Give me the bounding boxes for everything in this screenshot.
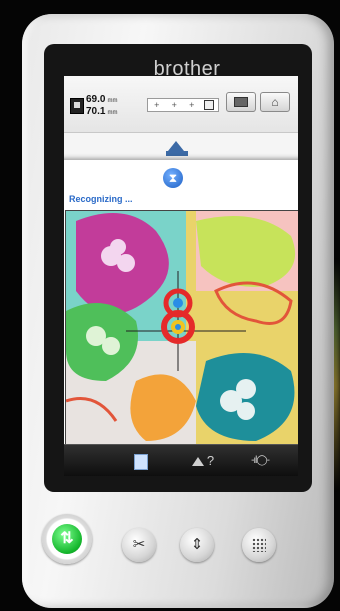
size-width-unit: mm	[107, 98, 118, 104]
presser-foot-button[interactable]: -ıl◯-	[240, 451, 280, 471]
hourglass-icon: ⧗	[163, 168, 183, 188]
embroidery-photo	[66, 211, 298, 451]
speed-button[interactable]	[242, 528, 276, 562]
scissors-icon: ✂	[132, 536, 146, 553]
zoom-slider[interactable]: + + +	[147, 98, 219, 112]
bottom-toolbar: ? -ıl◯-	[64, 444, 298, 476]
size-height-unit: mm	[107, 110, 118, 116]
touch-screen: 69.0 mm 70.1 mm + + + ⌂ ⧗ Recognizing ...	[64, 76, 298, 476]
help-button[interactable]: ?	[184, 451, 222, 471]
image-icon	[234, 97, 248, 107]
needle-icon: ⇕	[190, 536, 204, 553]
start-stop-button[interactable]: ⇅	[42, 514, 92, 564]
hat-base	[166, 151, 188, 156]
thread-cutter-button[interactable]: ✂	[122, 528, 156, 562]
image-button[interactable]	[226, 92, 256, 112]
needle-position-button[interactable]: ⇕	[180, 528, 214, 562]
dots-icon	[252, 538, 266, 552]
zoom-plus-3[interactable]: +	[187, 100, 197, 110]
camera-preview	[65, 210, 298, 452]
frame-end-icon	[204, 100, 215, 110]
zoom-plus-2[interactable]: +	[169, 100, 179, 110]
size-width: 69.0 mm	[86, 94, 117, 105]
size-width-value: 69.0	[86, 94, 106, 105]
size-height-value: 70.1	[86, 106, 106, 117]
home-icon: ⌂	[271, 95, 279, 109]
start-arrow-icon: ⇅	[52, 524, 82, 554]
zoom-plus-1[interactable]: +	[152, 100, 162, 110]
document-icon[interactable]	[134, 451, 150, 471]
size-height: 70.1 mm	[86, 106, 117, 117]
home-hat-icon	[168, 141, 184, 151]
recognizing-dialog: ⧗ Recognizing ...	[64, 159, 298, 461]
embroidery-size-icon	[70, 98, 84, 114]
top-bar: 69.0 mm 70.1 mm + + + ⌂	[64, 76, 298, 133]
home-button[interactable]: ⌂	[260, 92, 290, 112]
status-text: Recognizing ...	[69, 194, 133, 204]
